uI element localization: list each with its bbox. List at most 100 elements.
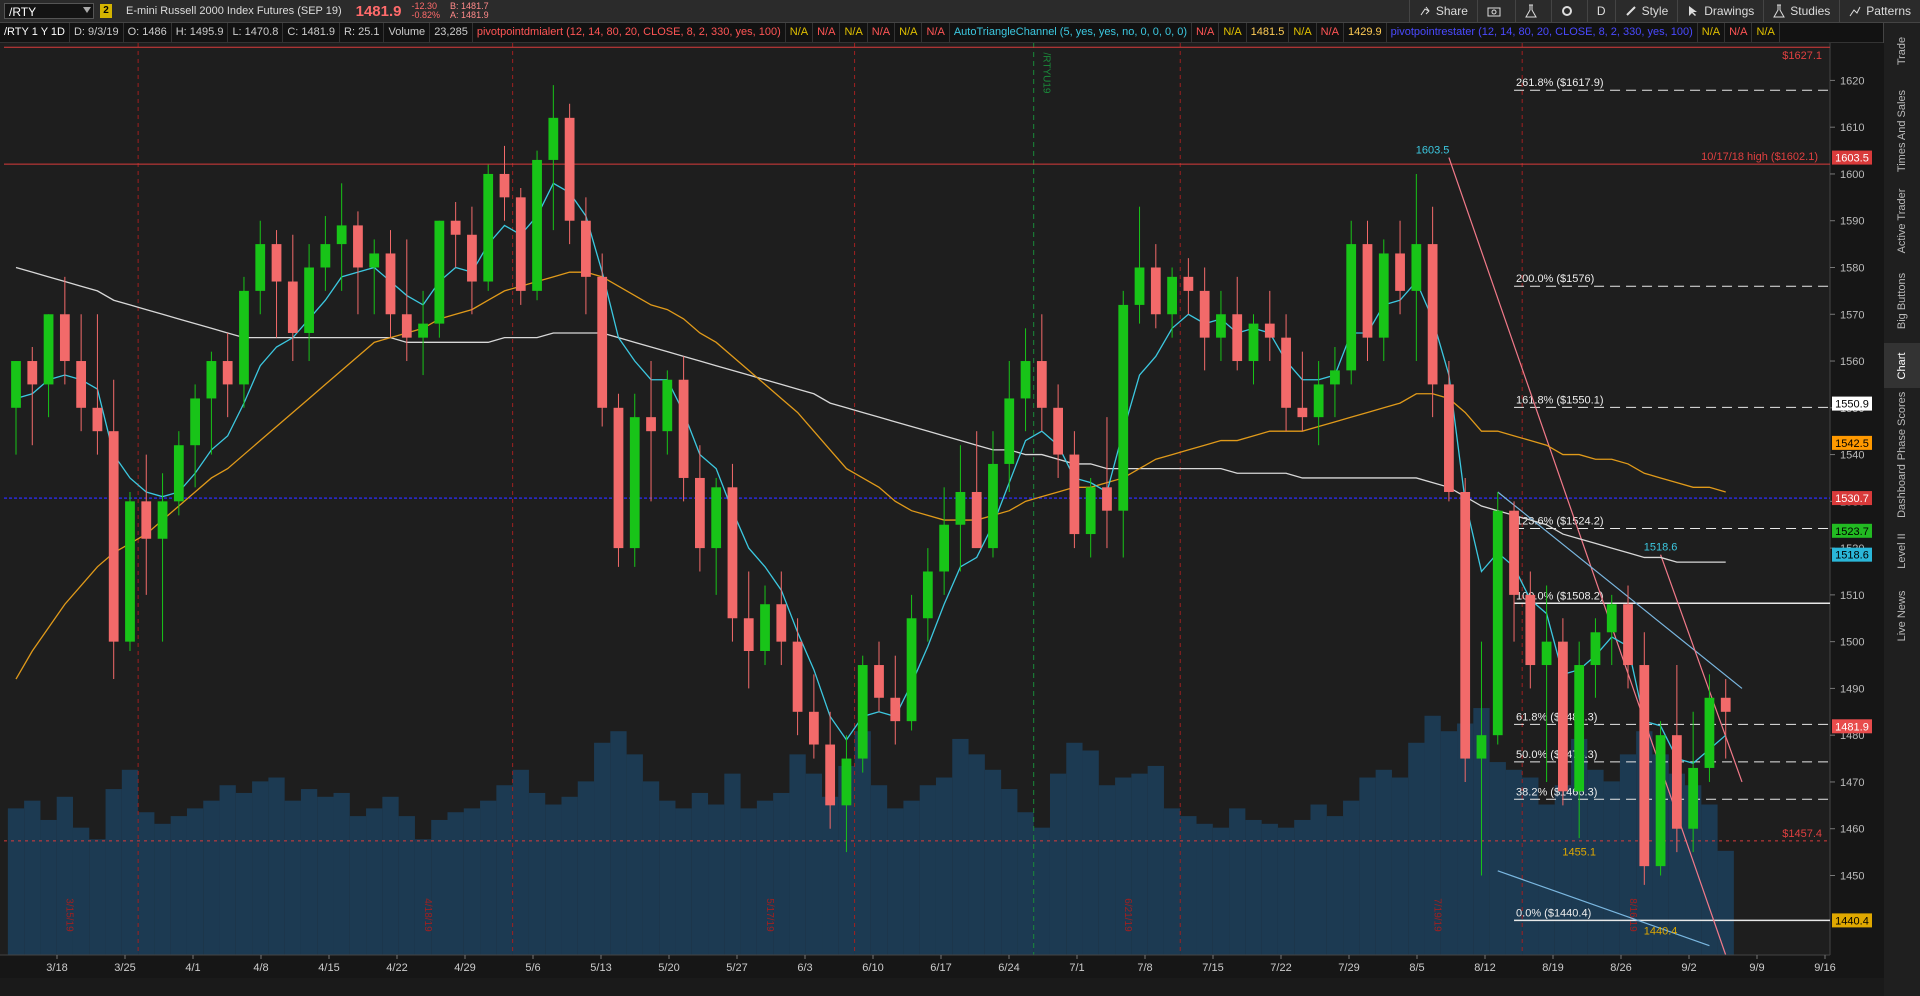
- candle-body: [597, 276, 608, 408]
- share-button[interactable]: Share: [1408, 0, 1477, 22]
- volume-bar: [447, 812, 464, 955]
- patterns-label: Patterns: [1866, 4, 1911, 18]
- volume-bar: [919, 785, 936, 955]
- style-button[interactable]: Style: [1614, 0, 1678, 22]
- info-item: N/A: [895, 23, 923, 42]
- studies-button[interactable]: Studies: [1763, 0, 1839, 22]
- volume-bar: [626, 754, 643, 955]
- candle-body: [92, 407, 103, 432]
- link-button[interactable]: 2: [100, 4, 112, 18]
- price-chart[interactable]: 1450146014701480149015001510152015301540…: [0, 43, 1884, 995]
- side-tab-chart[interactable]: Chart: [1884, 343, 1920, 388]
- time-tick-label: 8/19: [1542, 962, 1563, 974]
- candle-body: [1444, 384, 1454, 492]
- candle-body: [467, 234, 477, 282]
- side-panel: Trade Times And Sales Active Trader Big But…: [1883, 23, 1920, 996]
- candle-body: [483, 173, 494, 282]
- share-label: Share: [1435, 4, 1468, 18]
- candle-body: [1378, 253, 1389, 338]
- time-tick-label: 4/22: [386, 962, 407, 974]
- price-tick-label: 1560: [1840, 356, 1864, 368]
- candle-body: [1525, 594, 1536, 666]
- volume-bar: [1180, 816, 1197, 955]
- time-tick-label: 7/8: [1137, 962, 1152, 974]
- time-tick-label: 5/6: [525, 962, 540, 974]
- candle-body: [1167, 276, 1177, 315]
- volume-bar: [903, 800, 920, 955]
- candle-body: [1004, 398, 1015, 464]
- candle-body: [108, 431, 119, 642]
- volume-bar: [1359, 777, 1376, 955]
- volume-bar: [1212, 827, 1230, 955]
- side-tab-active-trader[interactable]: Active Trader: [1884, 183, 1920, 258]
- drawings-button[interactable]: Drawings: [1677, 0, 1763, 22]
- camera-icon: [1487, 7, 1501, 17]
- volume-bar: [1049, 773, 1067, 955]
- volume-bar: [382, 796, 399, 955]
- info-item: O: 1486: [124, 23, 172, 42]
- price-tick-label: 1470: [1840, 777, 1864, 789]
- side-tab-big-buttons[interactable]: Big Buttons: [1884, 263, 1920, 338]
- candle-body: [401, 314, 412, 338]
- candle-body: [662, 379, 673, 432]
- candle-body: [1655, 735, 1666, 867]
- price-tick-label: 1590: [1840, 216, 1864, 228]
- settings-button[interactable]: [1550, 0, 1587, 22]
- volume-bar: [7, 808, 25, 955]
- side-tab-dashboard[interactable]: Dashboard: [1884, 463, 1920, 518]
- info-item: L: 1470.8: [228, 23, 284, 42]
- volume-bar: [170, 816, 187, 955]
- candle-body: [1232, 314, 1243, 362]
- time-tick-label: 6/10: [862, 962, 883, 974]
- candle-body: [760, 604, 770, 651]
- candle-body: [320, 244, 331, 268]
- candle-body: [629, 417, 640, 549]
- net-change: -12.30 -0.82%: [412, 2, 441, 20]
- side-tab-label: Dashboard: [1896, 463, 1908, 518]
- side-tab-label: Chart: [1896, 352, 1908, 379]
- info-item: 23,285: [430, 23, 473, 42]
- vertical-date-label: 6/21/19: [1122, 898, 1133, 932]
- volume-bar: [887, 808, 904, 955]
- candle-body: [548, 117, 559, 160]
- side-tab-trade[interactable]: Trade: [1884, 23, 1920, 78]
- flask-button[interactable]: [1514, 0, 1551, 22]
- pivot-bottom-label: 1440.4: [1644, 925, 1678, 937]
- volume-bar: [463, 808, 481, 955]
- patterns-button[interactable]: Patterns: [1839, 0, 1920, 22]
- side-tab-label: Times And Sales: [1896, 89, 1908, 172]
- candle-body: [1688, 767, 1699, 829]
- side-tab-phase-scores[interactable]: Phase Scores: [1884, 391, 1920, 459]
- candle-body: [141, 501, 152, 539]
- time-tick-label: 4/8: [253, 962, 268, 974]
- fib-label: 50.0% ($1474.3): [1516, 749, 1597, 761]
- side-tab-live-news[interactable]: Live News: [1884, 583, 1920, 648]
- candle-body: [922, 571, 933, 619]
- side-tab-label: Active Trader: [1896, 188, 1908, 253]
- candle-body: [239, 290, 249, 385]
- volume-bar: [480, 800, 497, 955]
- volume-bar: [708, 804, 725, 955]
- candle-body: [271, 244, 282, 282]
- price-badge-text: 1530.7: [1835, 493, 1869, 505]
- candle-body: [1313, 384, 1324, 418]
- symbol-selector[interactable]: /RTY: [4, 3, 94, 19]
- time-tick-label: 8/12: [1474, 962, 1495, 974]
- side-tab-level-ii[interactable]: Level II: [1884, 523, 1920, 578]
- vertical-date-label: 8/16/19: [1627, 898, 1638, 932]
- candle-body: [450, 220, 461, 235]
- volume-bar: [138, 812, 155, 955]
- price-tick-label: 1570: [1840, 309, 1864, 321]
- info-item: C: 1481.9: [283, 23, 341, 42]
- volume-bar: [545, 804, 562, 955]
- symbol-description: E-mini Russell 2000 Index Futures (SEP 1…: [126, 5, 342, 17]
- side-tab-times-and-sales[interactable]: Times And Sales: [1884, 83, 1920, 178]
- time-tick-label: 9/16: [1814, 962, 1835, 974]
- volume-bar: [1701, 804, 1718, 955]
- snapshot-button[interactable]: [1476, 0, 1515, 22]
- volume-bar: [1017, 812, 1034, 955]
- volume-bar: [1261, 823, 1278, 955]
- volume-bar: [186, 808, 204, 955]
- aggregation-button[interactable]: D: [1586, 0, 1615, 22]
- vertical-date-label: 7/19/19: [1431, 898, 1442, 932]
